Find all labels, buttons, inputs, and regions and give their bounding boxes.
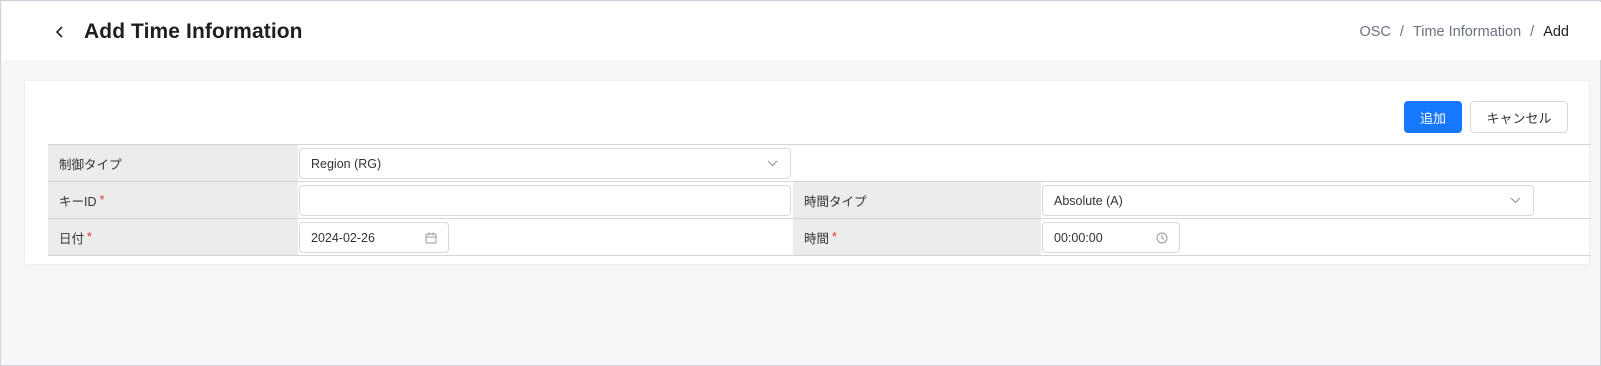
breadcrumb: OSC / Time Information / Add [1359,24,1569,40]
time-type-select[interactable]: Absolute (A) [1042,185,1534,216]
key-id-label-text: キーID [59,194,97,209]
key-id-label: キーID * [48,182,298,218]
form-card: 追加 キャンセル 制御タイプ Region (RG) キーID * 時間タイプ … [24,80,1591,265]
time-value: 00:00:00 [1054,230,1103,245]
breadcrumb-item-add: Add [1543,24,1569,40]
control-type-value: Region (RG) [311,156,382,171]
breadcrumb-item-time-information[interactable]: Time Information [1413,24,1521,40]
form-row-key-time-type: キーID * 時間タイプ Absolute (A) [48,182,1591,219]
time-type-value: Absolute (A) [1054,193,1123,208]
time-label: 時間 * [793,219,1041,255]
breadcrumb-separator: / [1399,24,1404,40]
time-picker[interactable]: 00:00:00 [1042,222,1180,253]
chevron-down-icon [766,157,779,170]
date-picker[interactable]: 2024-02-26 [299,222,449,253]
chevron-down-icon [1509,194,1522,207]
control-type-select[interactable]: Region (RG) [299,148,791,179]
key-id-input[interactable] [299,185,791,216]
calendar-icon [424,231,437,244]
date-label-text: 日付 [59,231,85,246]
control-type-label-text: 制御タイプ [59,157,122,172]
date-value: 2024-02-26 [311,230,375,245]
time-label-text: 時間 [804,231,830,246]
clock-icon [1155,231,1168,244]
form-row-control-type: 制御タイプ Region (RG) [48,145,1591,182]
cancel-button[interactable]: キャンセル [1470,101,1568,133]
breadcrumb-item-osc[interactable]: OSC [1359,24,1390,40]
required-marker: * [99,193,105,207]
add-button[interactable]: 追加 [1404,101,1462,133]
form-table: 制御タイプ Region (RG) キーID * 時間タイプ Absolute … [48,144,1591,256]
control-type-label: 制御タイプ [48,145,298,181]
back-button[interactable] [50,22,70,42]
date-label: 日付 * [48,219,298,255]
chevron-left-icon [55,26,63,38]
page-header: Add Time Information OSC / Time Informat… [2,2,1601,60]
required-marker: * [87,230,92,244]
app-frame: Add Time Information OSC / Time Informat… [0,0,1601,366]
key-id-text-input[interactable] [308,186,790,215]
time-type-label-text: 時間タイプ [804,194,867,209]
page-title: Add Time Information [84,20,303,43]
required-marker: * [832,230,837,244]
time-type-label: 時間タイプ [793,182,1041,218]
breadcrumb-separator: / [1530,24,1535,40]
form-row-date-time: 日付 * 2024-02-26 時間 * 00:00:00 [48,219,1591,256]
